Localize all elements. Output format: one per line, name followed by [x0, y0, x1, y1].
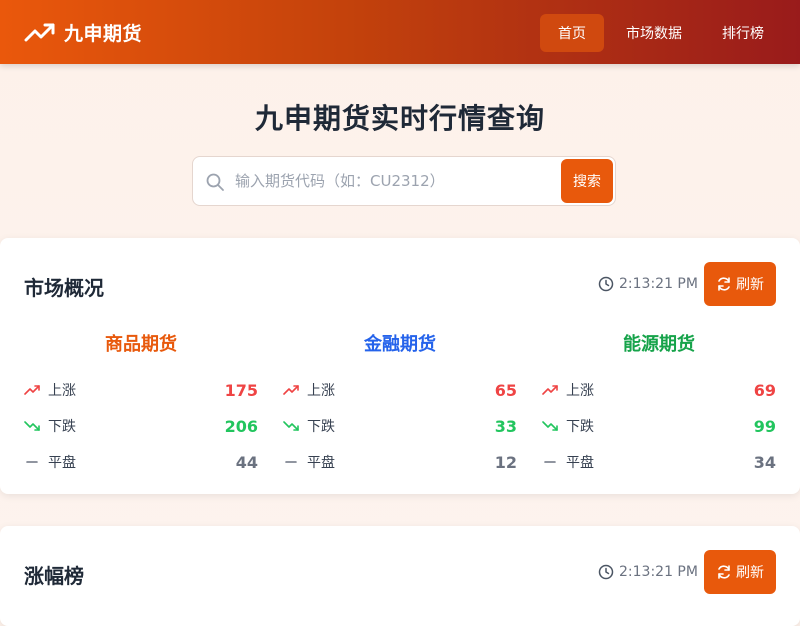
nav-market-data[interactable]: 市场数据	[608, 14, 700, 52]
category-title: 能源期货	[623, 334, 695, 355]
gainers-refresh-button[interactable]: 刷新	[704, 550, 776, 594]
trending-up-icon	[24, 23, 55, 42]
overview-refresh-label: 刷新	[736, 277, 764, 293]
category-energy: 能源期货 上涨 69 下跌 99 平盘 34	[542, 330, 776, 480]
search-button[interactable]: 搜索	[561, 159, 613, 203]
page-title: 九申期货实时行情查询	[254, 102, 545, 135]
stat-label: 平盘	[307, 455, 335, 471]
gainers-time-text: 2:13:21 PM	[619, 564, 698, 580]
stat-row-flat: 平盘 34	[542, 444, 776, 480]
stat-value: 44	[235, 452, 258, 472]
trending-down-icon	[24, 420, 48, 432]
main-nav: 首页 市场数据 排行榜	[536, 14, 782, 52]
stat-row-down: 下跌 99	[542, 408, 776, 444]
top-gainers-title: 涨幅榜	[24, 564, 84, 588]
stat-row-down: 下跌 206	[24, 408, 258, 444]
overview-timestamp: 2:13:21 PM	[598, 276, 698, 292]
category-financial: 金融期货 上涨 65 下跌 33 平盘 12	[283, 330, 517, 480]
stat-row-up: 上涨 175	[24, 372, 258, 408]
stat-label: 上涨	[566, 383, 594, 399]
stat-row-down: 下跌 33	[283, 408, 517, 444]
gainers-refresh-label: 刷新	[736, 565, 764, 581]
stat-value: 206	[224, 416, 258, 436]
brand-name: 九申期货	[64, 22, 143, 45]
stat-label: 平盘	[48, 455, 76, 471]
stat-label: 平盘	[566, 455, 594, 471]
stat-value: 34	[753, 452, 776, 472]
gainers-timestamp: 2:13:21 PM	[598, 564, 698, 580]
refresh-icon	[718, 565, 730, 579]
trending-up-icon	[283, 384, 307, 396]
overview-time-text: 2:13:21 PM	[619, 276, 698, 292]
stat-value: 12	[494, 452, 517, 472]
trending-up-icon	[24, 384, 48, 396]
clock-icon	[598, 276, 614, 292]
refresh-icon	[718, 277, 730, 291]
market-overview-title: 市场概况	[24, 276, 104, 300]
stat-value: 33	[494, 416, 517, 436]
overview-refresh-button[interactable]: 刷新	[704, 262, 776, 306]
stat-label: 下跌	[48, 419, 76, 435]
stat-label: 下跌	[566, 419, 594, 435]
minus-icon	[542, 456, 566, 468]
search-icon	[206, 173, 224, 191]
brand[interactable]: 九申期货	[24, 18, 142, 46]
stat-row-flat: 平盘 44	[24, 444, 258, 480]
minus-icon	[24, 456, 48, 468]
stat-row-up: 上涨 65	[283, 372, 517, 408]
minus-icon	[283, 456, 307, 468]
category-title: 商品期货	[105, 334, 177, 355]
stat-value: 99	[753, 416, 776, 436]
trending-down-icon	[283, 420, 307, 432]
stat-row-flat: 平盘 12	[283, 444, 517, 480]
trending-up-icon	[542, 384, 566, 396]
category-title: 金融期货	[364, 334, 436, 355]
clock-icon	[598, 564, 614, 580]
search-input[interactable]	[233, 165, 553, 197]
stat-label: 上涨	[307, 383, 335, 399]
top-navbar: 九申期货 首页 市场数据 排行榜	[0, 0, 800, 64]
stat-label: 下跌	[307, 419, 335, 435]
search-box: 搜索	[192, 156, 616, 206]
trending-down-icon	[542, 420, 566, 432]
stat-label: 上涨	[48, 383, 76, 399]
nav-rankings[interactable]: 排行榜	[704, 14, 782, 52]
stat-value: 69	[753, 380, 776, 400]
stat-value: 175	[224, 380, 258, 400]
stat-row-up: 上涨 69	[542, 372, 776, 408]
category-commodity: 商品期货 上涨 175 下跌 206 平盘 44	[24, 330, 258, 480]
stat-value: 65	[494, 380, 517, 400]
nav-home[interactable]: 首页	[540, 14, 604, 52]
